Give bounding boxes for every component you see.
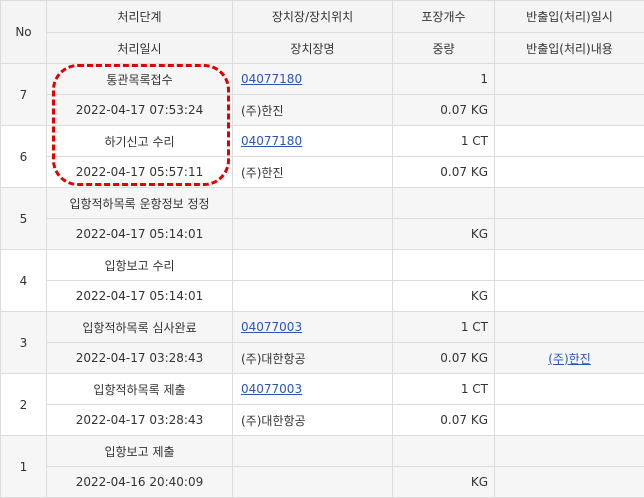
row-location-code xyxy=(233,436,393,467)
cargo-progress-panel: No 처리단계 장치장/장치위치 포장개수 반출입(처리)일시 처리일시 장치장… xyxy=(0,0,644,496)
table-row: 3 입항적하목록 심사완료 04077003 1 CT xyxy=(1,312,644,343)
row-io-time xyxy=(495,312,644,343)
row-io-time xyxy=(495,126,644,157)
row-weight: KG xyxy=(393,467,495,498)
row-datetime: 2022-04-17 05:14:01 xyxy=(47,281,233,312)
row-step: 입항적하목록 제출 xyxy=(47,374,233,405)
row-location-code xyxy=(233,188,393,219)
row-weight: KG xyxy=(393,219,495,250)
table-row: 2022-04-17 03:28:43 (주)대한항공 0.07 KG (주)한… xyxy=(1,343,644,374)
location-code-link[interactable]: 04077003 xyxy=(241,382,302,396)
row-count: 1 CT xyxy=(393,126,495,157)
row-no: 4 xyxy=(1,250,47,312)
location-code-link[interactable]: 04077003 xyxy=(241,320,302,334)
row-datetime: 2022-04-17 03:28:43 xyxy=(47,405,233,436)
row-io-desc xyxy=(495,95,644,126)
row-datetime: 2022-04-17 05:14:01 xyxy=(47,219,233,250)
table-row: 2022-04-17 05:14:01 KG xyxy=(1,281,644,312)
row-count: 1 xyxy=(393,64,495,95)
row-location-name: (주)한진 xyxy=(233,157,393,188)
row-io-time xyxy=(495,64,644,95)
table-row: 4 입항보고 수리 xyxy=(1,250,644,281)
row-location-name xyxy=(233,219,393,250)
row-location-name xyxy=(233,281,393,312)
row-step: 입항보고 제출 xyxy=(47,436,233,467)
row-weight: 0.07 KG xyxy=(393,157,495,188)
location-code-link[interactable]: 04077180 xyxy=(241,72,302,86)
row-location-name: (주)대한항공 xyxy=(233,405,393,436)
row-datetime: 2022-04-16 20:40:09 xyxy=(47,467,233,498)
row-io-desc xyxy=(495,467,644,498)
row-location-name: (주)한진 xyxy=(233,95,393,126)
row-io-time xyxy=(495,188,644,219)
row-no: 2 xyxy=(1,374,47,436)
table-row: 5 입항적하목록 운항정보 정정 xyxy=(1,188,644,219)
row-no: 7 xyxy=(1,64,47,126)
row-weight: 0.07 KG xyxy=(393,405,495,436)
row-count xyxy=(393,250,495,281)
col-header-io-time: 반출입(처리)일시 xyxy=(495,1,644,33)
col-header-weight: 중량 xyxy=(393,33,495,64)
row-count xyxy=(393,436,495,467)
row-count: 1 CT xyxy=(393,374,495,405)
table-row: 2022-04-17 03:28:43 (주)대한항공 0.07 KG xyxy=(1,405,644,436)
row-no: 6 xyxy=(1,126,47,188)
row-count xyxy=(393,188,495,219)
row-io-desc xyxy=(495,219,644,250)
row-no: 1 xyxy=(1,436,47,498)
row-location-name xyxy=(233,467,393,498)
row-io-desc xyxy=(495,405,644,436)
row-io-time xyxy=(495,250,644,281)
table-header: No 처리단계 장치장/장치위치 포장개수 반출입(처리)일시 처리일시 장치장… xyxy=(1,1,644,64)
row-no: 3 xyxy=(1,312,47,374)
table-row: 1 입항보고 제출 xyxy=(1,436,644,467)
row-location-code xyxy=(233,250,393,281)
row-step: 입항적하목록 심사완료 xyxy=(47,312,233,343)
highlight-annotation xyxy=(52,64,230,186)
table-row: 2022-04-16 20:40:09 KG xyxy=(1,467,644,498)
io-desc-link[interactable]: (주)한진 xyxy=(548,352,590,366)
location-code-link[interactable]: 04077180 xyxy=(241,134,302,148)
row-count: 1 CT xyxy=(393,312,495,343)
row-io-desc xyxy=(495,281,644,312)
row-location-name: (주)대한항공 xyxy=(233,343,393,374)
col-header-io-desc: 반출입(처리)내용 xyxy=(495,33,644,64)
row-io-time xyxy=(495,436,644,467)
col-header-step: 처리단계 xyxy=(47,1,233,33)
row-no: 5 xyxy=(1,188,47,250)
row-io-desc xyxy=(495,157,644,188)
col-header-no: No xyxy=(1,1,47,64)
row-weight: 0.07 KG xyxy=(393,343,495,374)
col-header-count: 포장개수 xyxy=(393,1,495,33)
row-step: 입항보고 수리 xyxy=(47,250,233,281)
row-io-time xyxy=(495,374,644,405)
col-header-location-name: 장치장명 xyxy=(233,33,393,64)
col-header-datetime: 처리일시 xyxy=(47,33,233,64)
row-step: 입항적하목록 운항정보 정정 xyxy=(47,188,233,219)
col-header-location: 장치장/장치위치 xyxy=(233,1,393,33)
table-row: 2 입항적하목록 제출 04077003 1 CT xyxy=(1,374,644,405)
row-weight: KG xyxy=(393,281,495,312)
row-weight: 0.07 KG xyxy=(393,95,495,126)
table-row: 2022-04-17 05:14:01 KG xyxy=(1,219,644,250)
row-datetime: 2022-04-17 03:28:43 xyxy=(47,343,233,374)
